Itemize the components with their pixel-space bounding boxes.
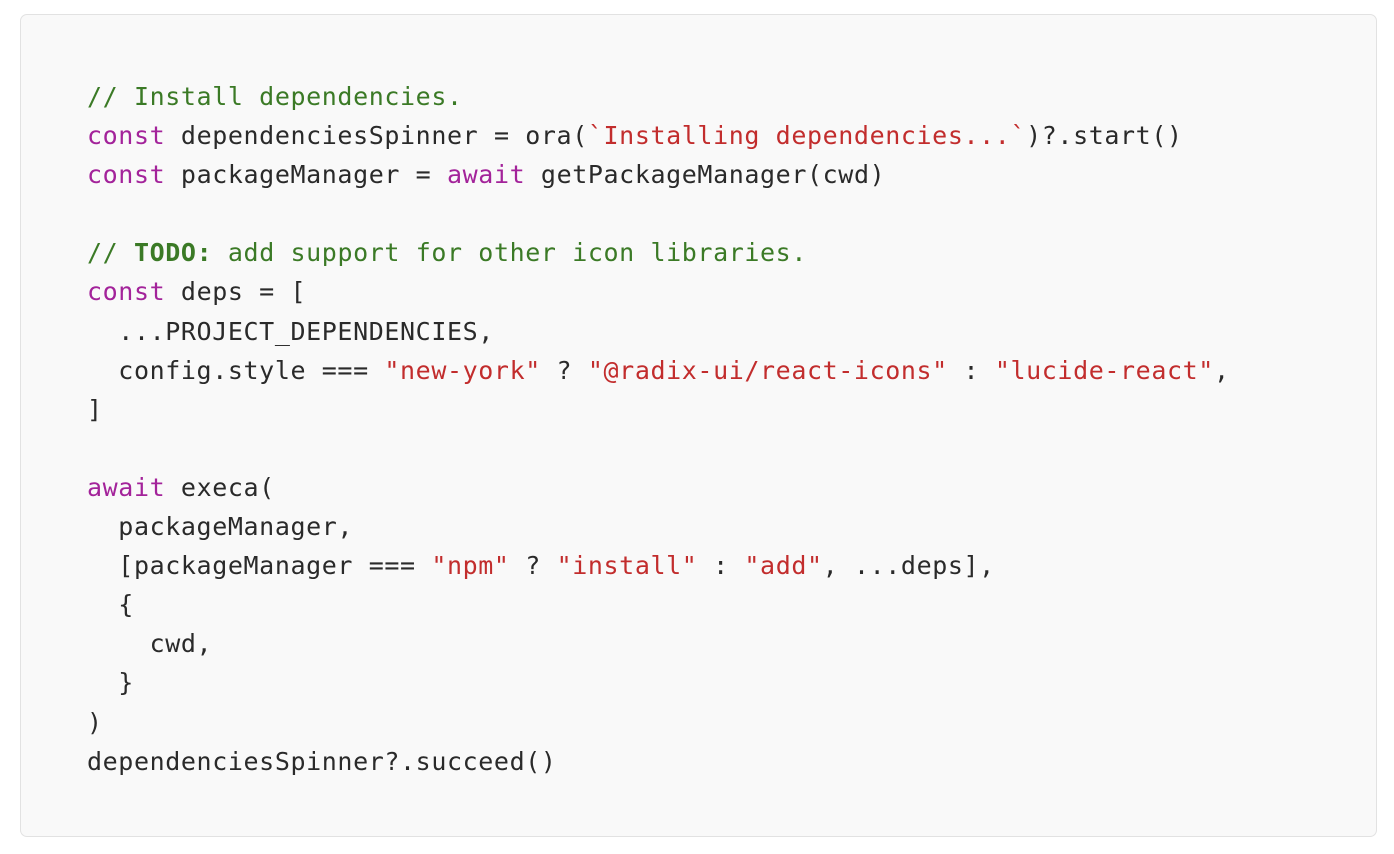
code-line: ] (87, 390, 1230, 429)
code-line: const packageManager = await getPackageM… (87, 155, 1230, 194)
code-comment: // (87, 238, 134, 268)
code-string: "npm" (431, 551, 510, 581)
code-line: dependenciesSpinner?.succeed() (87, 742, 1230, 781)
code-line: // TODO: add support for other icon libr… (87, 233, 1230, 272)
code-text: ? (540, 355, 588, 385)
code-text: : (697, 551, 745, 581)
code-line: [packageManager === "npm" ? "install" : … (87, 546, 1230, 585)
code-text: config.style === (87, 355, 385, 385)
code-string: "lucide-react" (994, 355, 1214, 385)
code-text: ? (509, 551, 557, 581)
code-text: : (947, 355, 995, 385)
code-text: packageManager = (165, 160, 447, 190)
code-line: const deps = [ (87, 272, 1230, 311)
code-line: // Install dependencies. (87, 77, 1230, 116)
code-text: ] (87, 394, 103, 424)
code-line: } (87, 663, 1230, 702)
code-text: , ...deps], (822, 551, 995, 581)
code-line: ) (87, 703, 1230, 742)
code-line: await execa( (87, 468, 1230, 507)
code-keyword: await (87, 472, 166, 502)
code-text: packageManager, (87, 512, 354, 542)
code-keyword: const (87, 277, 166, 307)
code-text: } (87, 668, 134, 698)
code-line: ...PROJECT_DEPENDENCIES, (87, 312, 1230, 351)
code-line: cwd, (87, 624, 1230, 663)
code-text: dependenciesSpinner?.succeed() (87, 746, 557, 776)
code-string: "install" (556, 551, 698, 581)
code-text: { (87, 590, 134, 620)
code-line: { (87, 585, 1230, 624)
code-text: dependenciesSpinner = ora( (165, 121, 588, 151)
code-string: "new-york" (384, 355, 541, 385)
code-content[interactable]: // Install dependencies. const dependenci… (87, 77, 1230, 781)
code-text: execa( (165, 472, 275, 502)
code-string: "@radix-ui/react-icons" (587, 355, 948, 385)
code-block: // Install dependencies. const dependenci… (20, 14, 1377, 837)
code-line: config.style === "new-york" ? "@radix-ui… (87, 351, 1230, 390)
code-text: cwd, (87, 629, 213, 659)
code-comment: add support for other icon libraries. (212, 238, 807, 268)
code-text: [packageManager === (87, 551, 432, 581)
code-text: , (1213, 355, 1230, 385)
code-keyword: await (447, 160, 526, 190)
code-text: )?.start() (1026, 121, 1183, 151)
code-text: getPackageManager(cwd) (525, 160, 886, 190)
todo-marker: TODO: (133, 238, 213, 268)
code-keyword: const (87, 160, 166, 190)
code-line: const dependenciesSpinner = ora(`Install… (87, 116, 1230, 155)
code-text: ...PROJECT_DEPENDENCIES, (87, 316, 494, 346)
code-keyword: const (87, 121, 166, 151)
code-comment: // Install dependencies. (87, 82, 463, 111)
code-string: "add" (744, 551, 823, 581)
code-line: packageManager, (87, 507, 1230, 546)
code-text: deps = [ (165, 277, 307, 307)
code-string: `Installing dependencies...` (587, 121, 1027, 151)
code-text: ) (87, 707, 103, 737)
